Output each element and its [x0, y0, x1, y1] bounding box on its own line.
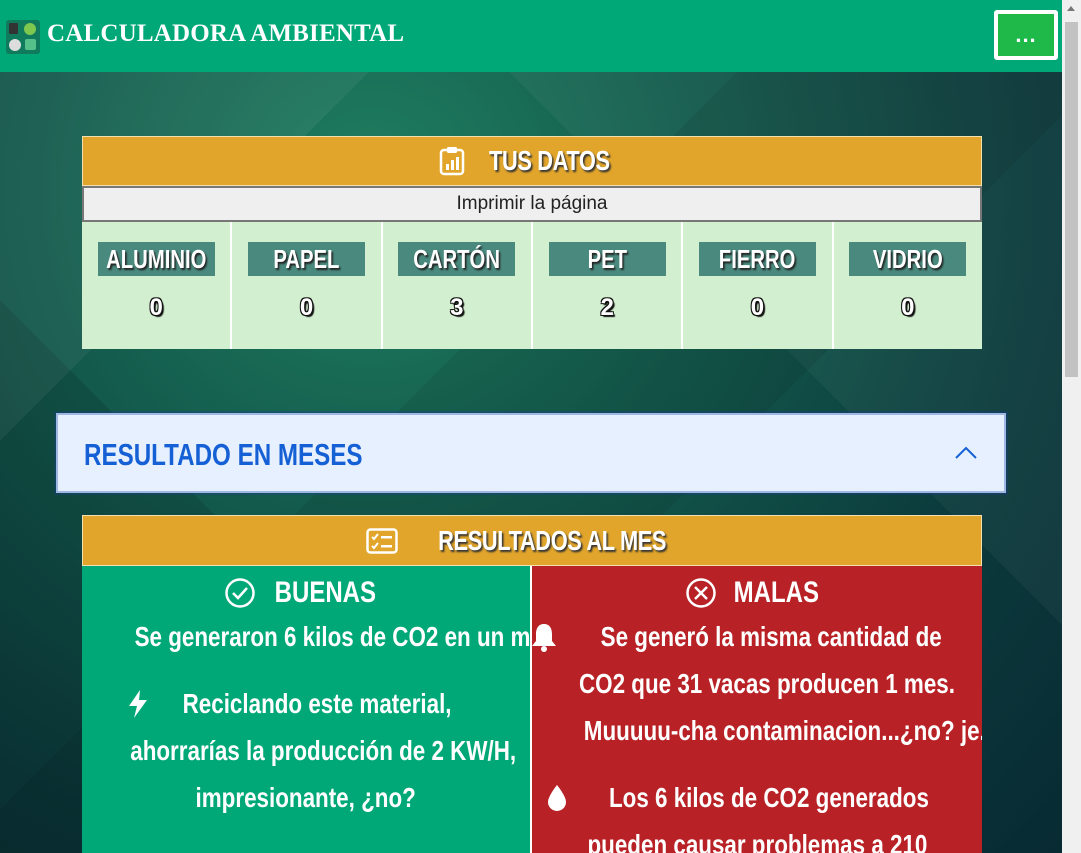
material-cell-vidrio: VIDRIO 0 — [833, 222, 982, 349]
material-cell-carton: CARTÓN 3 — [382, 222, 533, 349]
accordion-title: RESULTADO EN MESES — [84, 437, 363, 472]
material-value: 0 — [901, 294, 915, 321]
malas-line: CO2 que 31 vacas producen 1 mes. — [578, 668, 955, 699]
buenas-column: BUENAS Se generaron 6 kilos de CO2 en un… — [82, 566, 532, 853]
print-page-button[interactable]: Imprimir la página — [82, 186, 982, 222]
lightning-icon — [127, 689, 149, 719]
resultado-en-meses-accordion[interactable]: RESULTADO EN MESES — [56, 413, 1006, 493]
buenas-line: ahorrarías la producción de 2 KW/H, — [130, 735, 517, 766]
material-label: VIDRIO — [872, 243, 943, 274]
checklist-icon — [366, 527, 398, 554]
material-value: 3 — [450, 294, 464, 321]
more-menu-button[interactable]: ... — [994, 10, 1058, 60]
material-cell-pet: PET 2 — [532, 222, 684, 349]
tus-datos-title: TUS DATOS — [488, 145, 610, 176]
app-title: CALCULADORA AMBIENTAL — [47, 20, 405, 47]
material-label: PET — [587, 243, 627, 274]
buenas-line: impresionante, ¿no? — [195, 782, 417, 813]
recycle-logo-icon — [6, 20, 40, 54]
tus-datos-header: TUS DATOS — [82, 136, 982, 186]
malas-title: MALAS — [733, 576, 819, 609]
resultados-header: RESULTADOS AL MES — [82, 515, 982, 566]
more-dots-icon: ... — [1015, 22, 1037, 47]
material-cell-fierro: FIERRO 0 — [683, 222, 834, 349]
droplet-icon — [545, 783, 569, 813]
materials-grid: ALUMINIO 0 PAPEL 0 CARTÓN 3 PET 2 FIERRO… — [82, 222, 982, 349]
material-value: 0 — [299, 294, 314, 321]
material-label: PAPEL — [273, 243, 340, 274]
material-label: FIERRO — [719, 243, 796, 274]
resultados-card: RESULTADOS AL MES BUENAS Se generaron 6 … — [82, 515, 982, 853]
x-circle-icon — [685, 577, 717, 609]
vertical-scrollbar[interactable] — [1062, 0, 1081, 853]
app-header: CALCULADORA AMBIENTAL ... — [0, 0, 1062, 72]
malas-column: MALAS Se generó la misma cantidad de CO2… — [532, 566, 982, 853]
malas-line: pueden causar problemas a 210 — [587, 829, 927, 853]
bell-icon — [532, 622, 558, 652]
material-value: 0 — [149, 294, 163, 321]
resultados-title: RESULTADOS AL MES — [438, 524, 666, 556]
malas-line: Muuuuu-cha contaminacion...¿no? je... — [583, 715, 982, 746]
scroll-up-arrow-icon[interactable] — [1067, 6, 1075, 11]
buenas-title: BUENAS — [274, 576, 376, 609]
clipboard-chart-icon — [438, 146, 466, 176]
malas-line: Los 6 kilos de CO2 generados — [609, 782, 929, 813]
chevron-up-icon[interactable] — [954, 445, 978, 461]
malas-line: Se generó la misma cantidad de — [600, 621, 942, 652]
material-value: 2 — [600, 294, 614, 321]
material-value: 0 — [750, 294, 765, 321]
material-cell-aluminio: ALUMINIO 0 — [82, 222, 233, 349]
material-label: CARTÓN — [413, 243, 501, 274]
material-cell-papel: PAPEL 0 — [232, 222, 383, 349]
scrollbar-thumb[interactable] — [1065, 22, 1078, 377]
material-label: ALUMINIO — [106, 243, 207, 274]
tus-datos-card: TUS DATOS Imprimir la página ALUMINIO 0 … — [82, 136, 982, 349]
check-circle-icon — [224, 577, 256, 609]
buenas-line: Reciclando este material, — [182, 688, 452, 719]
buenas-line: Se generaron 6 kilos de CO2 en un mes — [134, 621, 532, 652]
